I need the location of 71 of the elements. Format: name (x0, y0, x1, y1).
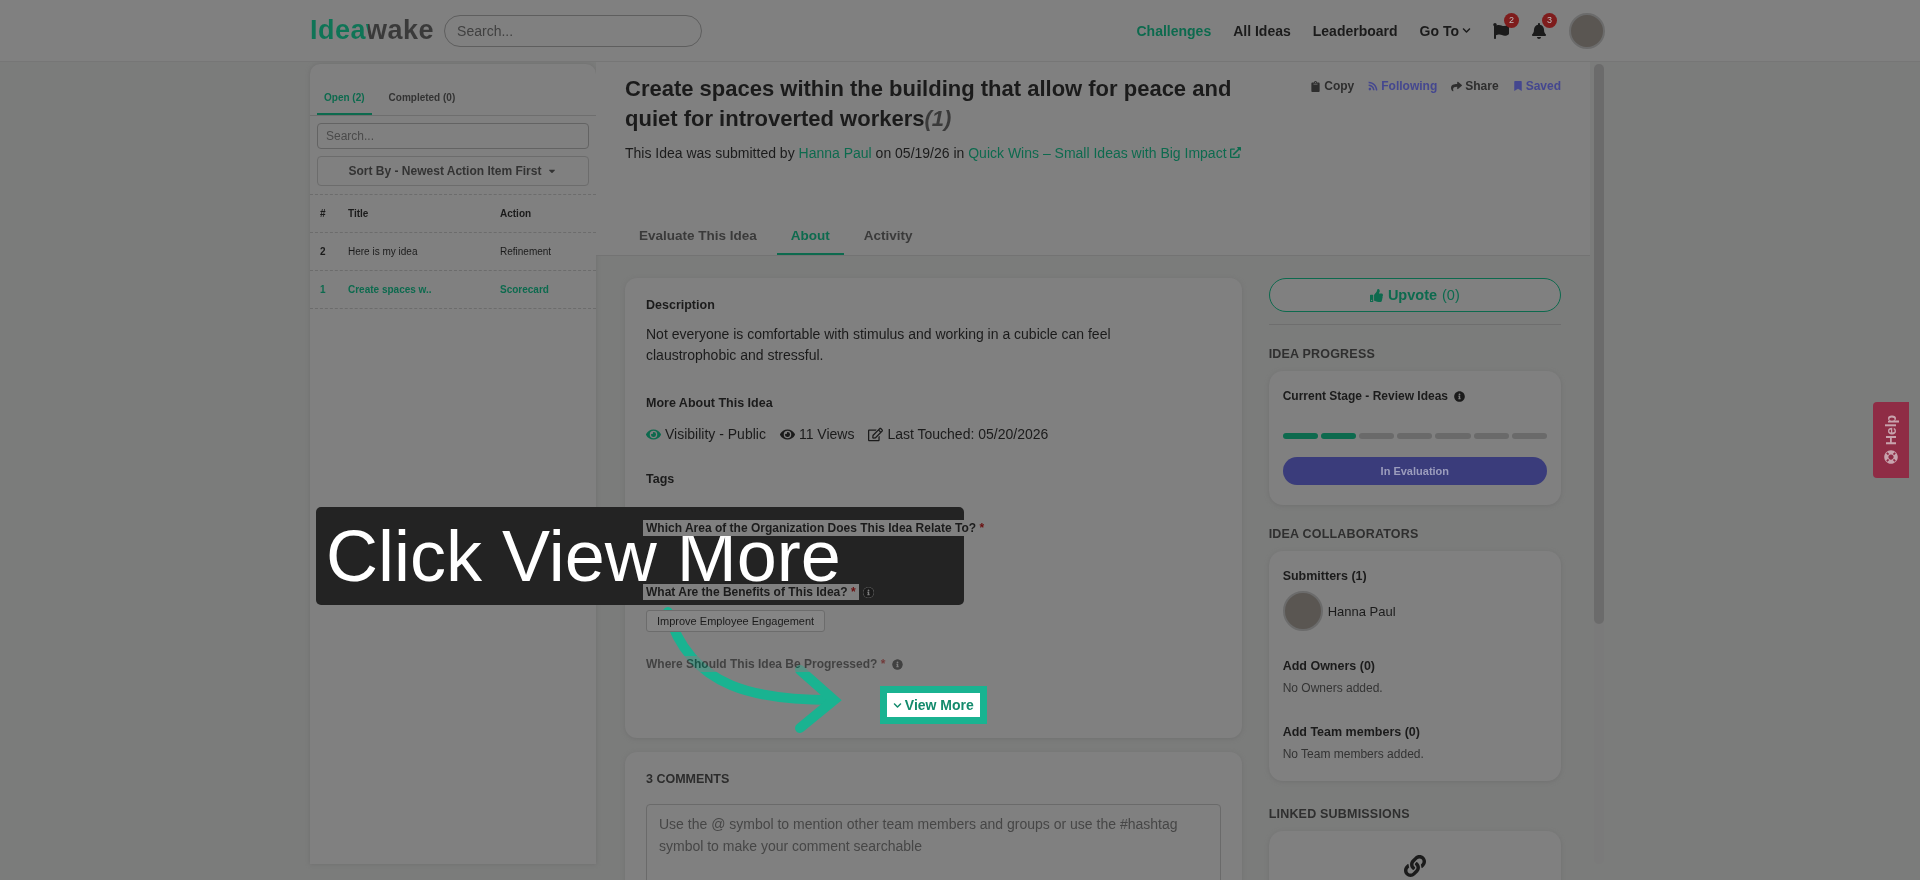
action-link[interactable]: Following (1368, 78, 1438, 94)
nav-link[interactable]: Leaderboard (1312, 22, 1398, 39)
view-more-button[interactable]: View More (879, 686, 987, 724)
author-link[interactable]: Hanna Paul (798, 145, 872, 161)
table-cell[interactable]: 1 (320, 284, 348, 295)
tab[interactable]: Open (2) (317, 86, 372, 115)
action-link[interactable]: Saved (1512, 78, 1561, 94)
edit-icon (868, 426, 884, 442)
life-ring-icon (1884, 450, 1898, 464)
answer-tag: Improve Employee Engagement (646, 610, 826, 632)
question-label: Where Should This Idea Be Progressed? * (643, 656, 889, 672)
question-label: What Are the Benefits of This Idea? * (643, 584, 859, 600)
chevron-down-icon (1462, 26, 1471, 35)
avatar (1282, 591, 1323, 631)
empty-text: No Owners added. (1282, 681, 1384, 695)
link-icon (1403, 855, 1426, 877)
column-header: Title (348, 208, 370, 219)
info-icon[interactable] (892, 658, 904, 670)
action-link[interactable]: Copy (1310, 78, 1355, 94)
table-cell[interactable]: Refinement (500, 246, 596, 257)
search-field[interactable]: Search... (444, 14, 703, 47)
challenge-link[interactable]: Quick Wins – Small Ideas with Big Impact (968, 145, 1227, 161)
section-heading: More About This Idea (646, 396, 774, 410)
sort-dropdown[interactable]: Sort By - Newest Action Item First (317, 156, 589, 186)
comment-field[interactable]: Use the @ symbol to mention other team members and groups or use the #hashtag symbol to make your comment searchable (646, 804, 1221, 880)
collaborator-heading: Submitters (1) (1282, 569, 1368, 583)
info-icon[interactable] (1454, 390, 1466, 402)
section-heading: IDEA COLLABORATORS (1268, 527, 1420, 541)
meta-text: 11 Views (798, 426, 855, 442)
description-text: Not everyone is comfortable with stimulus and working in a cubicle can feel claustrophobic and stressful. (646, 325, 1112, 365)
stage-label: Current Stage - Review Ideas (1282, 389, 1449, 403)
person-name[interactable]: Hanna Paul (1327, 603, 1396, 619)
section-heading: LINKED SUBMISSIONS (1268, 807, 1411, 821)
bookmark-icon (1512, 81, 1523, 91)
tab[interactable]: Evaluate This Idea (625, 228, 771, 255)
meta-text: Last Touched: 05/20/2026 (887, 426, 1049, 442)
submission-info: This Idea was submitted by Hanna Paul on 05/19/26 in Quick Wins – Small Ideas with Big Impact (625, 142, 1305, 164)
table-cell[interactable]: 2 (320, 246, 348, 257)
comments-heading: 3 COMMENTS (646, 772, 731, 786)
help-tab[interactable]: Help (1873, 402, 1909, 478)
table-cell[interactable]: Scorecard (500, 284, 596, 295)
notification-count: 2 (1504, 12, 1519, 28)
table-cell[interactable]: Create spaces w.. (348, 284, 500, 295)
meta-text: Visibility - Public (665, 426, 766, 442)
collaborator-heading: Add Owners (0) (1282, 659, 1376, 673)
upvote-button[interactable]: Upvote (0) (1268, 278, 1561, 312)
tab[interactable]: Completed (0) (381, 86, 463, 115)
nav-link[interactable]: All Ideas (1233, 22, 1291, 39)
tab[interactable]: About (776, 228, 844, 255)
status-pill: In Evaluation (1282, 457, 1547, 485)
nav-link[interactable]: Challenges (1136, 22, 1212, 39)
chevron-down-icon (892, 700, 902, 710)
flag-icon[interactable] (1493, 22, 1509, 39)
column-header: Action (500, 208, 533, 219)
section-heading: IDEA PROGRESS (1268, 347, 1376, 361)
idea-title: Create spaces within the building that allow for peace and quiet for introverted workers(1) (625, 75, 1233, 133)
section-heading: Description (646, 298, 716, 312)
tab[interactable]: Activity (849, 228, 927, 255)
thumbs-up-icon (1369, 288, 1383, 302)
action-link[interactable]: Share (1451, 78, 1499, 94)
table-cell[interactable]: Here is my idea (348, 246, 500, 257)
collaborator-heading: Add Team members (0) (1282, 725, 1421, 739)
column-header: # (320, 208, 327, 219)
section-heading: Tags (646, 472, 676, 486)
empty-text: No Team members added. (1282, 747, 1425, 761)
notification-count: 3 (1542, 12, 1557, 28)
clipboard-icon (1310, 80, 1322, 92)
share-icon (1451, 80, 1463, 92)
rss-icon (1368, 81, 1379, 91)
bell-icon[interactable] (1531, 22, 1547, 39)
nav-link[interactable]: Go To (1419, 22, 1471, 39)
